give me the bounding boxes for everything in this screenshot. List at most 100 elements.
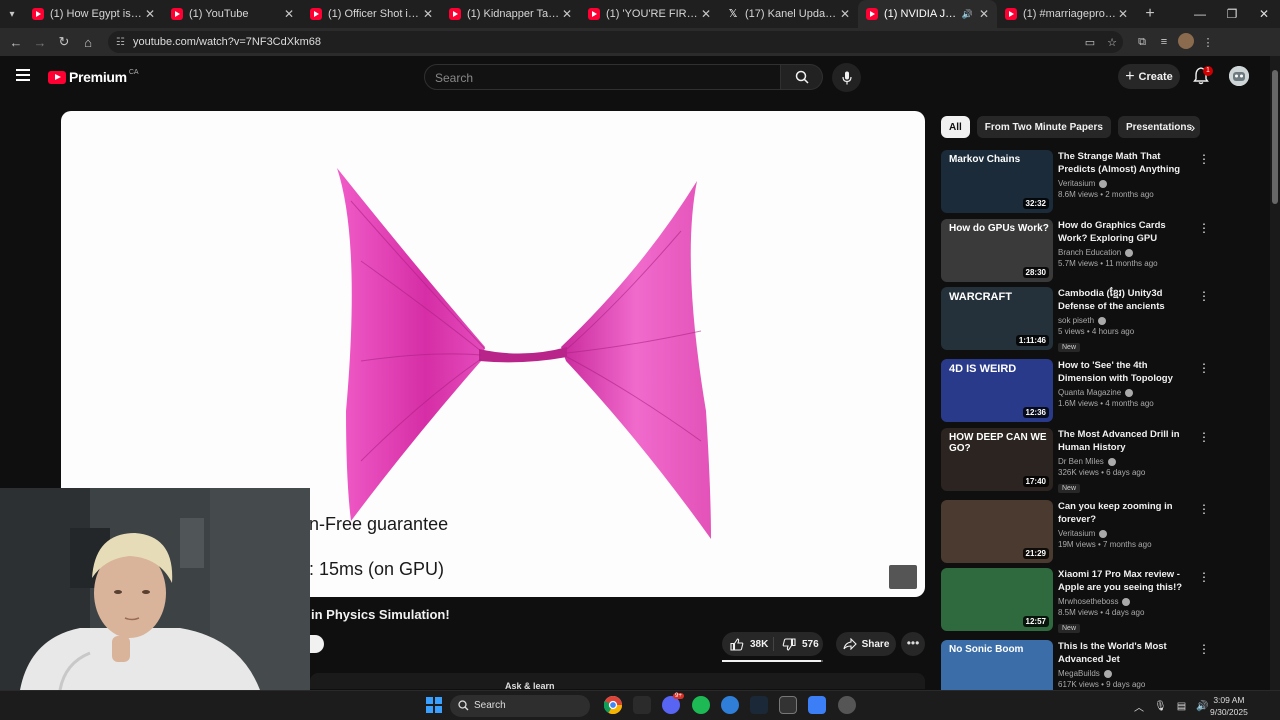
tab-search-icon[interactable]: ▾ <box>0 0 24 28</box>
home-icon[interactable]: ⌂ <box>76 35 100 50</box>
browser-tab[interactable]: (1) #marriageproposals -✕ <box>997 0 1136 28</box>
address-bar[interactable]: ☷ youtube.com/watch?v=7NF3CdXkm68 ▭ ☆ <box>108 31 1123 53</box>
share-button[interactable]: Share <box>836 632 896 656</box>
menu-icon[interactable] <box>16 69 30 81</box>
more-actions-icon[interactable]: ••• <box>901 632 925 656</box>
profile-icon[interactable] <box>1175 32 1197 52</box>
taskbar-search[interactable]: Search <box>450 695 590 717</box>
browser-tab[interactable]: (1) NVIDIA Just Solve🔊 ✕ <box>858 0 997 28</box>
new-tab-icon[interactable]: + <box>1136 5 1164 23</box>
video-title-link[interactable]: Xiaomi 17 Pro Max review - Apple are you… <box>1058 568 1196 594</box>
taskbar-clock[interactable]: 3:09 AM 9/30/2025 <box>1210 694 1248 718</box>
settings-icon[interactable] <box>838 696 856 714</box>
tab-audio-icon[interactable]: 🔊 <box>962 9 973 20</box>
chrome-icon[interactable] <box>603 696 622 715</box>
forward-icon[interactable]: → <box>28 35 52 50</box>
page-scrollbar[interactable] <box>1270 56 1280 690</box>
dislike-button[interactable]: 576 <box>774 637 819 651</box>
browser-tab[interactable]: (1) Officer Shot in the He✕ <box>302 0 441 28</box>
video-thumbnail[interactable]: 21:29 <box>941 500 1053 563</box>
tab-close-icon[interactable]: ✕ <box>421 7 435 21</box>
more-options-icon[interactable]: ⋮ <box>1198 289 1210 303</box>
start-icon[interactable] <box>426 697 442 713</box>
channel-name[interactable]: MegaBuilds <box>1058 669 1100 678</box>
video-thumbnail[interactable]: Markov Chains 32:32 <box>941 150 1053 213</box>
recommended-video[interactable]: WARCRAFT 1:11:46 Cambodia (ខ្មែរ) Unity3d … <box>941 287 1211 352</box>
tray-network-icon[interactable]: ▤ <box>1177 701 1186 712</box>
tab-close-icon[interactable]: ✕ <box>977 7 991 21</box>
more-options-icon[interactable]: ⋮ <box>1198 502 1210 516</box>
site-info-icon[interactable]: ☷ <box>116 37 125 48</box>
video-thumbnail[interactable]: HOW DEEP CAN WE GO? 17:40 <box>941 428 1053 491</box>
steam-icon[interactable] <box>750 696 768 714</box>
video-title-link[interactable]: The Most Advanced Drill in Human History <box>1058 428 1196 454</box>
channel-name[interactable]: Quanta Magazine <box>1058 388 1121 397</box>
video-title-link[interactable]: The Strange Math That Predicts (Almost) … <box>1058 150 1196 176</box>
video-thumbnail[interactable]: WARCRAFT 1:11:46 <box>941 287 1053 350</box>
account-avatar[interactable] <box>1229 66 1249 86</box>
video-title-link[interactable]: How do Graphics Cards Work? Exploring GP… <box>1058 219 1196 245</box>
like-button[interactable]: 38K <box>722 637 774 651</box>
channel-name[interactable]: Mrwhosetheboss <box>1058 597 1118 606</box>
voice-search-button[interactable] <box>832 63 861 92</box>
recommended-video[interactable]: How do GPUs Work? 28:30 How do Graphics Ca… <box>941 219 1211 283</box>
cast-icon[interactable]: ▭ <box>1079 36 1101 49</box>
video-title-link[interactable]: How to 'See' the 4th Dimension with Topo… <box>1058 359 1196 385</box>
back-icon[interactable]: ← <box>4 35 28 50</box>
recommended-video[interactable]: 12:57 Xiaomi 17 Pro Max review - Apple ar… <box>941 568 1211 633</box>
filter-chip[interactable]: All <box>941 116 970 138</box>
scrollbar-thumb[interactable] <box>1272 70 1278 204</box>
search-input[interactable]: Search <box>424 64 781 90</box>
bookmark-star-icon[interactable]: ☆ <box>1101 36 1123 49</box>
tray-mic-icon[interactable]: 🎙 <box>1154 701 1167 712</box>
recommended-video[interactable]: 4D IS WEIRD 12:36 How to 'See' the 4th Dim… <box>941 359 1211 423</box>
minimize-icon[interactable]: — <box>1184 0 1216 28</box>
video-title-link[interactable]: Can you keep zooming in forever? <box>1058 500 1196 526</box>
more-options-icon[interactable]: ⋮ <box>1198 221 1210 235</box>
close-window-icon[interactable]: ✕ <box>1248 0 1280 28</box>
browser-tab[interactable]: (1) Kidnapper Takes 11-Ye✕ <box>441 0 580 28</box>
browser-tab[interactable]: (1) 'YOU'RE FIRED': Presid✕ <box>580 0 719 28</box>
restore-icon[interactable]: ❐ <box>1216 0 1248 28</box>
recommended-video[interactable]: Markov Chains 32:32 The Strange Math That … <box>941 150 1211 214</box>
tab-close-icon[interactable]: ✕ <box>560 7 574 21</box>
spotify-icon[interactable] <box>692 696 710 714</box>
tab-close-icon[interactable]: ✕ <box>699 7 713 21</box>
recommended-video[interactable]: 21:29 Can you keep zooming in forever? Ver… <box>941 500 1211 564</box>
search-button[interactable] <box>781 64 823 90</box>
browser-tab[interactable]: (1) YouTube ✕ <box>163 0 302 28</box>
video-thumbnail[interactable]: How do GPUs Work? 28:30 <box>941 219 1053 282</box>
more-options-icon[interactable]: ⋮ <box>1198 361 1210 375</box>
more-options-icon[interactable]: ⋮ <box>1198 152 1210 166</box>
extensions-icon[interactable]: ⧉ <box>1131 36 1153 49</box>
channel-name[interactable]: sok piseth <box>1058 316 1094 325</box>
tab-close-icon[interactable]: ✕ <box>143 7 157 21</box>
youtube-logo[interactable]: Premium CA <box>48 69 139 85</box>
tab-close-icon[interactable]: ✕ <box>1116 7 1130 21</box>
filter-chip[interactable]: From Two Minute Papers <box>976 116 1111 138</box>
video-thumbnail[interactable]: 12:57 <box>941 568 1053 631</box>
create-button[interactable]: + Create <box>1118 64 1180 89</box>
channel-name[interactable]: Branch Education <box>1058 248 1121 257</box>
channel-name[interactable]: Veritasium <box>1058 179 1095 188</box>
browser-tab[interactable]: (1) How Egypt is Flooding✕ <box>24 0 163 28</box>
video-thumbnail[interactable]: 4D IS WEIRD 12:36 <box>941 359 1053 422</box>
browser-tab[interactable]: 𝕏 (17) Kanel Updates on X✕ <box>719 0 858 28</box>
more-options-icon[interactable]: ⋮ <box>1198 642 1210 656</box>
notepad-icon[interactable] <box>808 696 826 714</box>
tab-close-icon[interactable]: ✕ <box>838 7 852 21</box>
more-options-icon[interactable]: ⋮ <box>1198 570 1210 584</box>
tray-chevron-icon[interactable]: ︿ <box>1134 699 1144 714</box>
chevron-right-icon[interactable]: › <box>1184 118 1202 136</box>
media-controls-icon[interactable]: ≡ <box>1153 36 1175 48</box>
browser-menu-icon[interactable]: ⋮ <box>1197 36 1219 49</box>
recommended-video[interactable]: HOW DEEP CAN WE GO? 17:40 The Most Advance… <box>941 428 1211 493</box>
channel-name[interactable]: Veritasium <box>1058 529 1095 538</box>
video-title-link[interactable]: This Is the World's Most Advanced Jet <box>1058 640 1196 666</box>
channel-watermark[interactable] <box>889 565 917 589</box>
reload-icon[interactable]: ↻ <box>52 34 76 50</box>
channel-name[interactable]: Dr Ben Miles <box>1058 457 1104 466</box>
epic-games-icon[interactable] <box>779 696 797 714</box>
tab-close-icon[interactable]: ✕ <box>282 7 296 21</box>
video-title-link[interactable]: Cambodia (ខ្មែរ) Unity3d Defense of the … <box>1058 287 1196 313</box>
